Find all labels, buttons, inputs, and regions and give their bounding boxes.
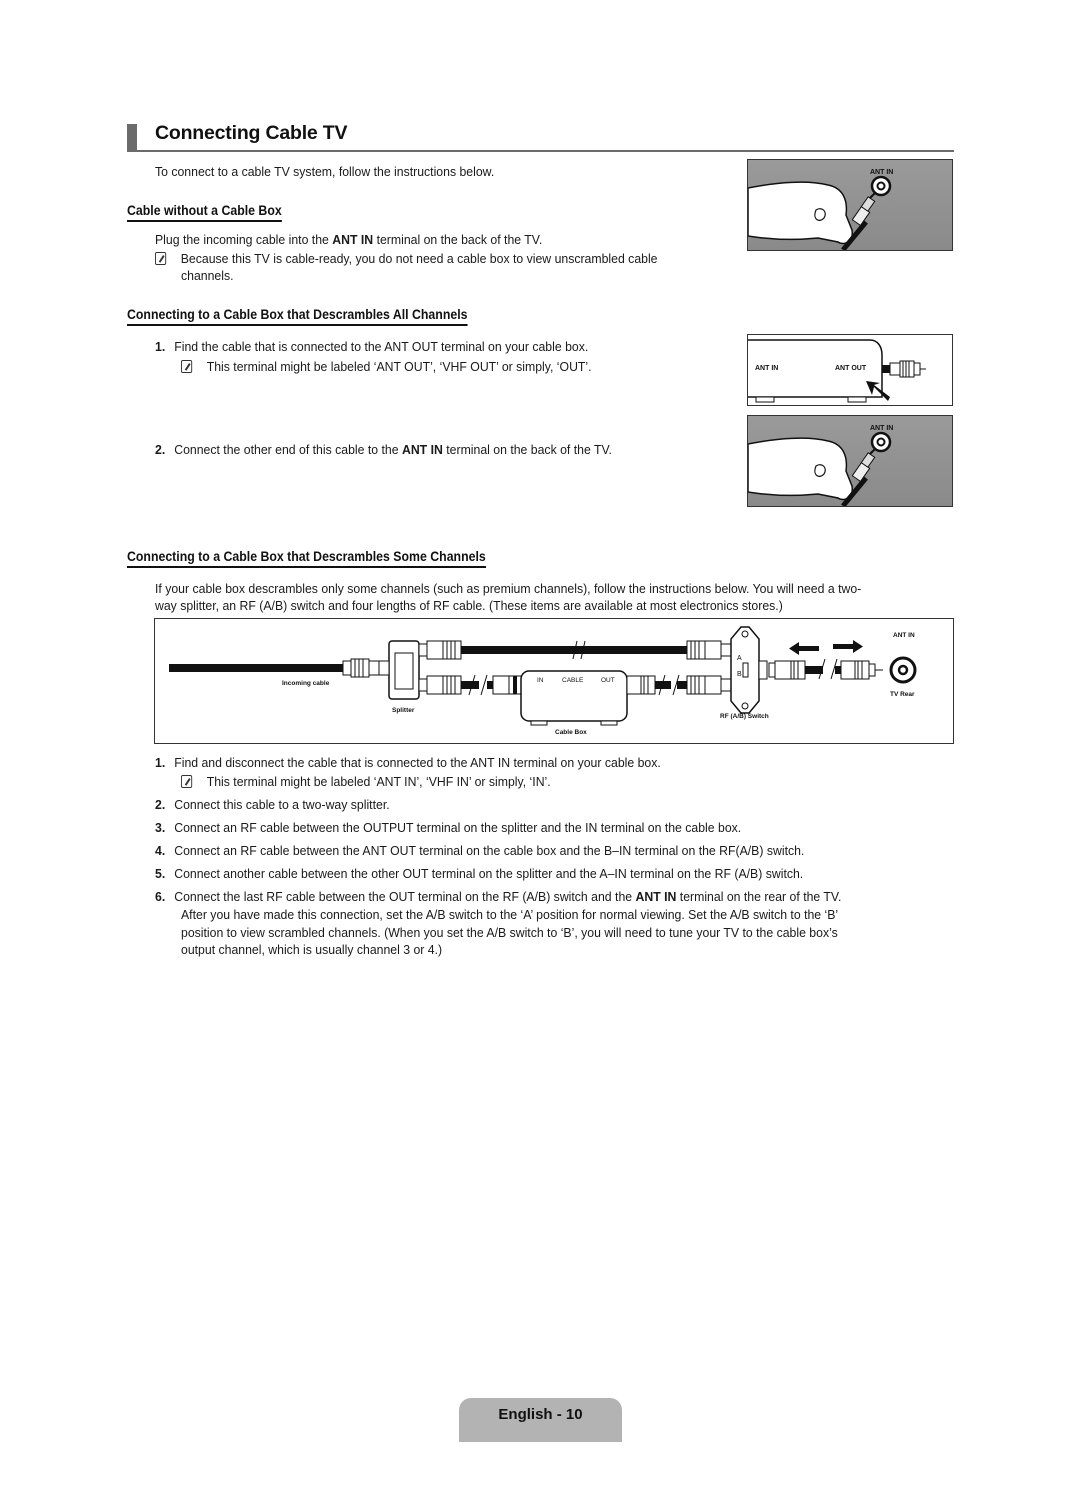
section1-note-cont: channels.: [181, 268, 234, 283]
section3-intro-1: If your cable box descrambles only some …: [155, 581, 862, 596]
step-some-3: 3. Connect an RF cable between the OUTPU…: [155, 820, 742, 835]
rf-ab-switch-icon: [730, 626, 768, 714]
wiring-diagram-graphic: [169, 626, 917, 726]
ant-in-label: ANT IN: [870, 169, 894, 176]
connector-icon: [342, 658, 380, 678]
connection-diagram: Incoming cable Splitter IN CABLE OUT Cab…: [154, 618, 954, 744]
title-accent-bar: [127, 124, 137, 151]
incoming-cable-label: Incoming cable: [282, 680, 330, 687]
ant-in-terminal-icon: [889, 656, 917, 684]
step-some-1-note: This terminal might be labeled ‘ANT IN’,…: [181, 773, 551, 790]
step-some-6-cont-3: output channel, which is usually channel…: [181, 942, 443, 957]
hand-plugging-cable-icon: [748, 175, 892, 250]
tv-rear-label: TV Rear: [890, 691, 915, 698]
figure-cable-box-ant-out: ANT IN ANT OUT: [747, 334, 953, 406]
section1-text: Plug the incoming cable into the ANT IN …: [155, 232, 543, 247]
connector-icon: [768, 660, 806, 680]
hand-plugging-cable-icon: [748, 431, 892, 506]
ant-in-label: ANT IN: [870, 425, 894, 432]
incoming-cable: [169, 664, 349, 672]
note-icon: [155, 252, 167, 265]
section1-note: Because this TV is cable-ready, you do n…: [155, 250, 658, 267]
page-title: Connecting Cable TV: [155, 122, 348, 144]
splitter-icon: [378, 640, 420, 700]
step-some-2: 2. Connect this cable to a two-way split…: [155, 797, 390, 812]
diagram-ant-in-label: ANT IN: [893, 632, 915, 639]
switch-a-label: A: [737, 655, 742, 662]
cable-box-cable-label: CABLE: [562, 677, 584, 684]
step-some-6-cont-1: After you have made this connection, set…: [181, 907, 839, 922]
step-all-1: 1. Find the cable that is connected to t…: [155, 339, 589, 354]
splitter-label: Splitter: [392, 707, 415, 714]
step-all-2: 2. Connect the other end of this cable t…: [155, 442, 612, 457]
note-icon: [181, 360, 193, 373]
switch-b-label: B: [737, 671, 742, 678]
page-number: English - 10: [498, 1406, 583, 1423]
cable-box-out-label: OUT: [601, 677, 615, 684]
arrow-right-icon: [833, 640, 863, 653]
rf-switch-label: RF (A/B) Switch: [720, 713, 769, 720]
intro-text: To connect to a cable TV system, follow …: [155, 164, 495, 179]
connector-icon: [840, 660, 883, 680]
note-icon: [181, 775, 193, 788]
section-heading-some-channels: Connecting to a Cable Box that Descrambl…: [127, 548, 486, 568]
section3-intro-2: way splitter, an RF (A/B) switch and fou…: [155, 598, 783, 613]
cable-box-label: Cable Box: [555, 729, 587, 736]
figure-ant-in-hand: ANT IN: [747, 159, 953, 251]
connector-icon: [626, 675, 656, 695]
connector-icon: [686, 675, 732, 695]
step-some-6-cont-2: position to view scrambled channels. (Wh…: [181, 925, 838, 940]
box-ant-in-label: ANT IN: [755, 365, 779, 372]
step-some-6: 6. Connect the last RF cable between the…: [155, 889, 842, 904]
connector-icon: [418, 675, 462, 695]
step-all-1-note: This terminal might be labeled ‘ANT OUT’…: [181, 358, 592, 375]
connector-icon: [492, 675, 522, 695]
title-divider: [127, 150, 954, 152]
box-ant-out-label: ANT OUT: [835, 365, 867, 372]
step-some-5: 5. Connect another cable between the oth…: [155, 866, 804, 881]
section-heading-no-box: Cable without a Cable Box: [127, 202, 282, 222]
connector-icon: [686, 640, 732, 660]
cable-box-in-label: IN: [537, 677, 544, 684]
arrow-left-icon: [789, 642, 819, 655]
figure-tv-ant-in-hand: ANT IN: [747, 415, 953, 507]
step-some-4: 4. Connect an RF cable between the ANT O…: [155, 843, 805, 858]
connector-icon: [418, 640, 462, 660]
section-heading-all-channels: Connecting to a Cable Box that Descrambl…: [127, 306, 468, 326]
step-some-1: 1. Find and disconnect the cable that is…: [155, 755, 661, 770]
